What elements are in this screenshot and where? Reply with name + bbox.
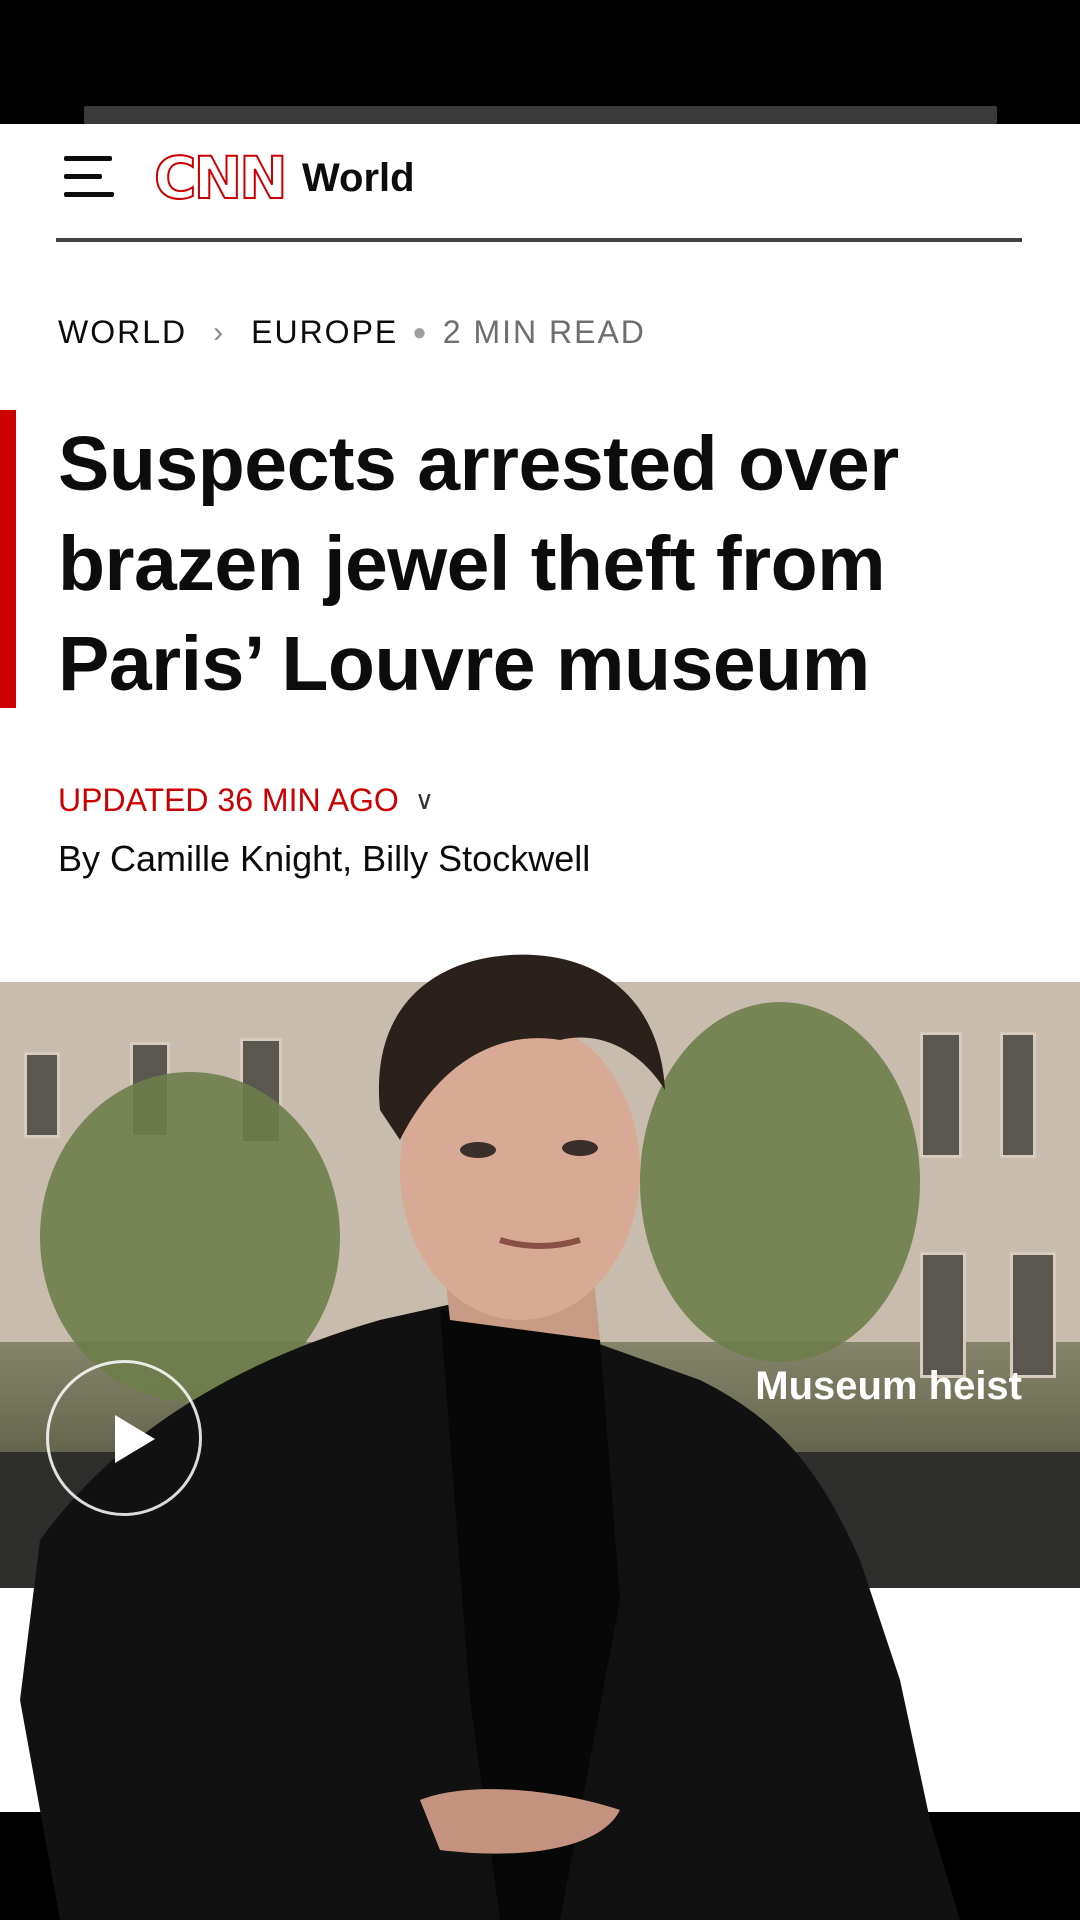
play-button[interactable] (46, 1360, 202, 1516)
play-icon (115, 1415, 155, 1463)
video-caption: Museum heist (755, 1364, 1022, 1408)
person-overlay (20, 954, 960, 1920)
